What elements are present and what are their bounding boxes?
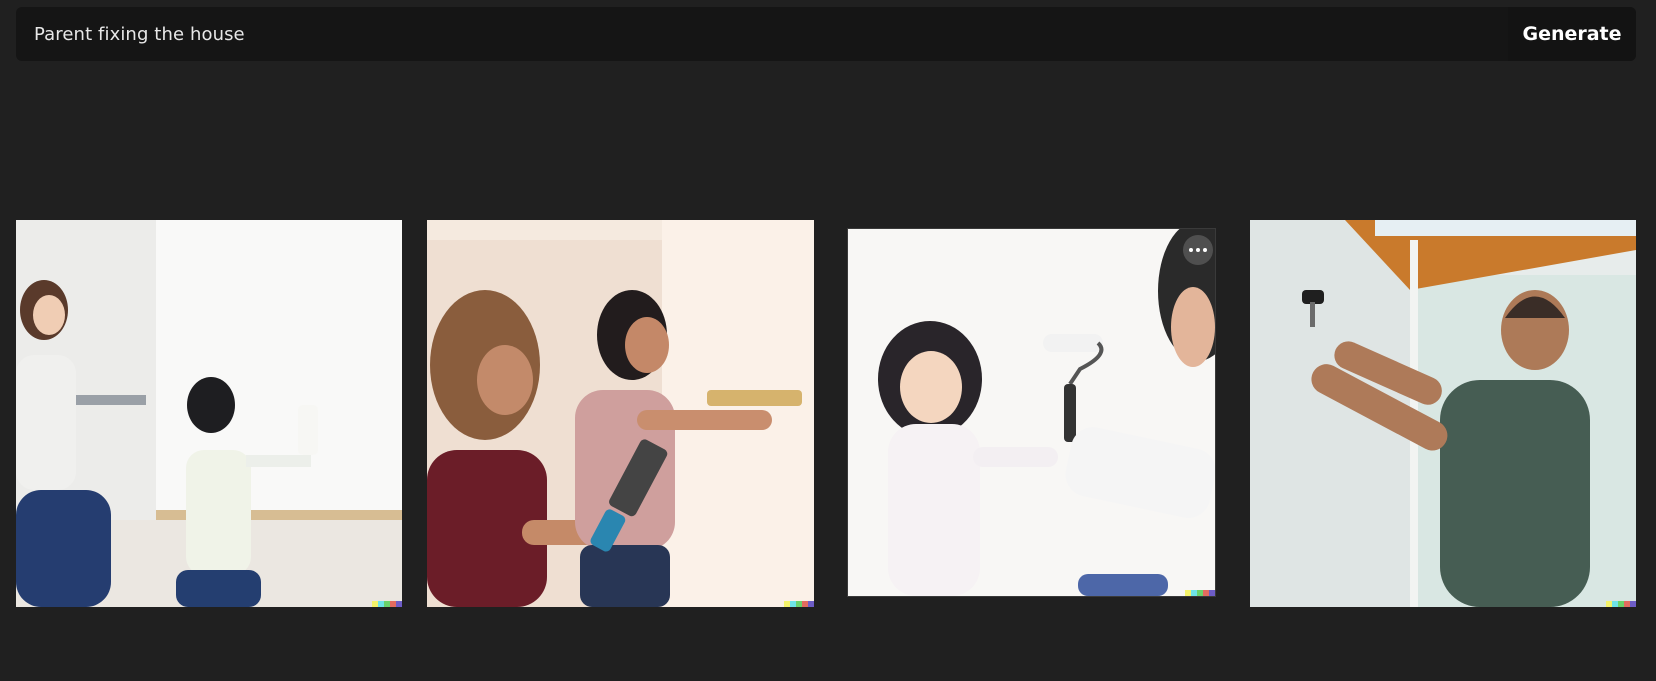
result-image-4[interactable]	[1250, 220, 1636, 607]
result-image-1-watermark	[372, 601, 402, 607]
prompt-bar: Parent fixing the house Generate	[16, 7, 1636, 61]
result-image-4-illustration	[1250, 220, 1636, 607]
result-image-1-illustration	[16, 220, 402, 607]
result-image-2-illustration	[427, 220, 814, 607]
result-image-2[interactable]	[427, 220, 814, 607]
result-image-3[interactable]	[848, 229, 1215, 596]
generate-button[interactable]: Generate	[1508, 7, 1636, 61]
result-image-3-illustration	[848, 229, 1215, 596]
prompt-input[interactable]: Parent fixing the house	[16, 24, 245, 45]
more-options-icon	[1189, 248, 1193, 252]
result-image-4-watermark	[1606, 601, 1636, 607]
result-image-2-watermark	[784, 601, 814, 607]
result-image-3-watermark	[1185, 590, 1215, 596]
result-image-1[interactable]	[16, 220, 402, 607]
more-options-button[interactable]	[1183, 235, 1213, 265]
